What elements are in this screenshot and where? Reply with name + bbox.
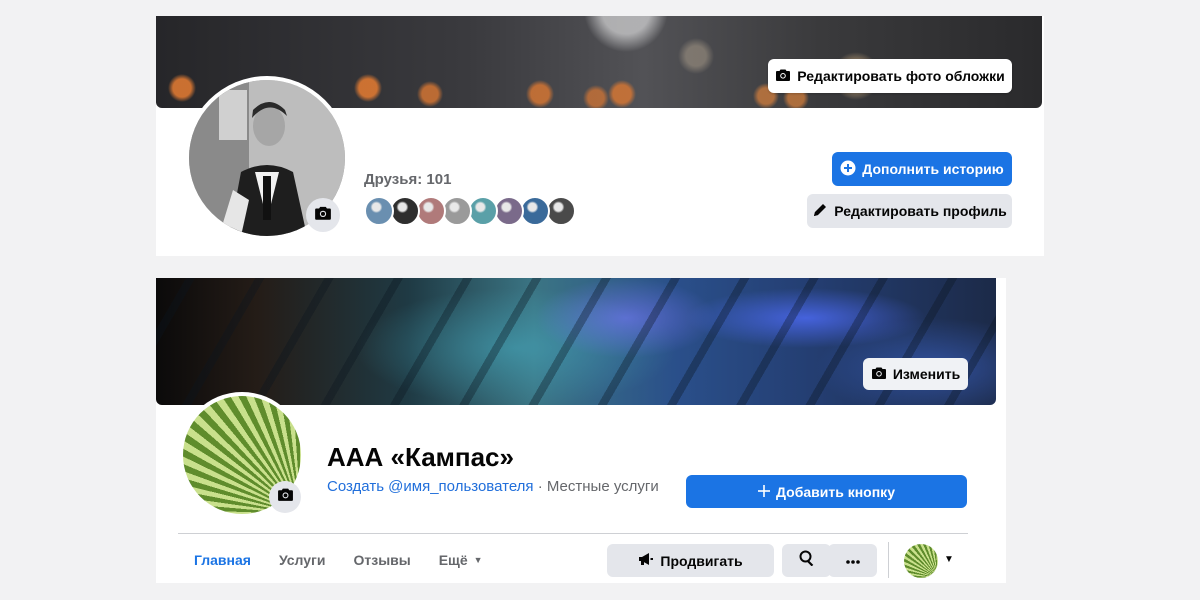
- tab-label: Главная: [194, 552, 251, 568]
- friend-avatar[interactable]: [442, 196, 472, 226]
- add-button-button[interactable]: Добавить кнопку: [686, 475, 967, 508]
- edit-cover-photo-button[interactable]: Редактировать фото обложки: [768, 59, 1012, 93]
- change-cover-button[interactable]: Изменить: [863, 358, 968, 390]
- add-to-story-button[interactable]: Дополнить историю: [832, 152, 1012, 186]
- search-icon: [799, 550, 815, 571]
- friend-avatar[interactable]: [494, 196, 524, 226]
- tab-services[interactable]: Услуги: [269, 552, 336, 568]
- friend-avatars: [364, 196, 576, 226]
- friend-avatar[interactable]: [468, 196, 498, 226]
- page-title: ААА «Кампас»: [327, 442, 514, 472]
- header-divider: [178, 533, 968, 534]
- tab-home[interactable]: Главная: [184, 552, 261, 568]
- toolbar-separator: [888, 542, 889, 578]
- add-button-label: Добавить кнопку: [776, 483, 895, 500]
- search-button[interactable]: [782, 544, 831, 577]
- tab-more[interactable]: Ещё ▼: [429, 552, 493, 568]
- camera-icon: [277, 486, 294, 508]
- plus-icon: [758, 484, 771, 500]
- tab-label: Услуги: [278, 552, 326, 568]
- page-switcher-avatar[interactable]: [904, 544, 938, 578]
- create-username-link[interactable]: Создать @имя_пользователя: [327, 478, 534, 495]
- megaphone-icon: [638, 551, 654, 570]
- more-options-button[interactable]: [828, 544, 877, 577]
- change-page-photo-button[interactable]: [269, 481, 301, 513]
- personal-profile-header: Редактировать фото обложки Друзья: 101 Д…: [156, 16, 1044, 256]
- friend-avatar[interactable]: [416, 196, 446, 226]
- edit-profile-button[interactable]: Редактировать профиль: [807, 194, 1012, 228]
- add-to-story-label: Дополнить историю: [862, 161, 1004, 177]
- tab-reviews[interactable]: Отзывы: [343, 552, 420, 568]
- promote-button[interactable]: Продвигать: [607, 544, 774, 577]
- camera-icon: [871, 365, 887, 384]
- page-tabs: Главная Услуги Отзывы Ещё ▼: [184, 544, 493, 576]
- caret-down-icon[interactable]: ▼: [944, 554, 954, 565]
- subtitle-separator: ·: [533, 478, 547, 495]
- camera-icon: [775, 67, 791, 86]
- edit-profile-label: Редактировать профиль: [834, 203, 1007, 219]
- friend-avatar[interactable]: [364, 196, 394, 226]
- more-icon: [845, 552, 861, 570]
- tab-label: Отзывы: [353, 552, 411, 568]
- page-subtitle: Создать @имя_пользователя · Местные услу…: [327, 478, 659, 495]
- friends-count[interactable]: Друзья: 101: [364, 171, 451, 188]
- caret-down-icon: ▼: [473, 555, 483, 565]
- change-profile-photo-button[interactable]: [306, 198, 340, 232]
- friend-avatar[interactable]: [546, 196, 576, 226]
- plus-circle-icon: [840, 160, 856, 179]
- tab-label: Ещё: [438, 552, 468, 568]
- friend-avatar[interactable]: [520, 196, 550, 226]
- friend-avatar[interactable]: [390, 196, 420, 226]
- business-page-header: Изменить ААА «Кампас» Создать @имя_польз…: [156, 278, 1006, 583]
- edit-cover-photo-label: Редактировать фото обложки: [797, 68, 1005, 84]
- camera-icon: [314, 204, 332, 227]
- promote-label: Продвигать: [660, 552, 743, 569]
- pencil-icon: [812, 202, 828, 221]
- change-cover-label: Изменить: [892, 366, 961, 382]
- page-category[interactable]: Местные услуги: [547, 478, 659, 495]
